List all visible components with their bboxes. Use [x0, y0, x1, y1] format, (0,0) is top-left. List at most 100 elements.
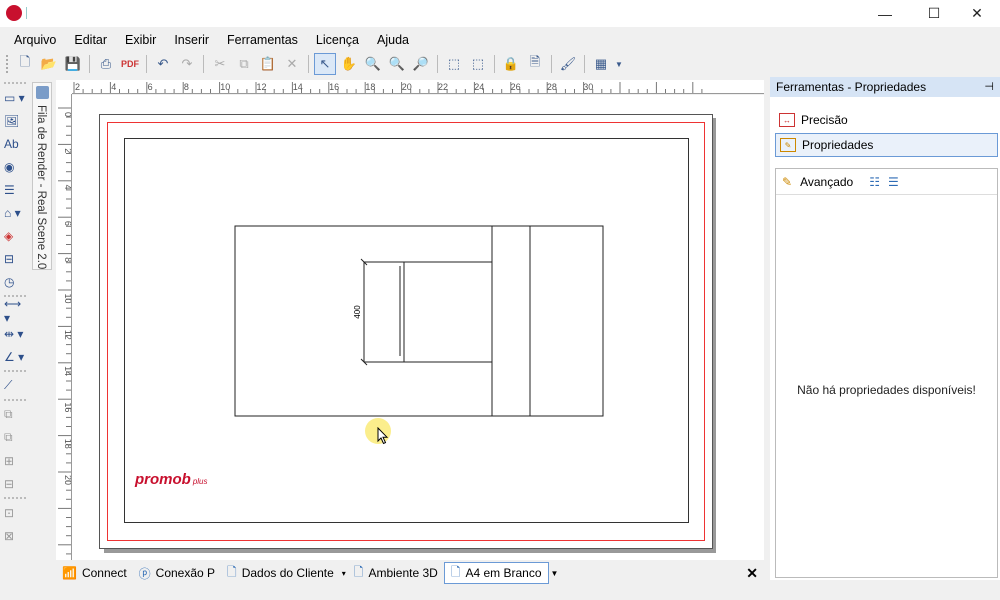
- linear-dimension-icon[interactable]: ⟷ ▾: [0, 297, 30, 325]
- ruler-label: 30: [583, 82, 593, 92]
- ruler-label: 4: [63, 185, 72, 190]
- page-icon[interactable]: 🗎: [524, 53, 546, 75]
- home-view-icon[interactable]: ⌂ ▾: [0, 201, 30, 224]
- chain-dimension-icon[interactable]: ⇹ ▾: [0, 322, 30, 345]
- mouse-pointer-icon: [377, 427, 389, 445]
- tab-a4-em-branco[interactable]: 🗋 A4 em Branco: [443, 562, 549, 584]
- promob-connection-icon: ⓟ: [138, 566, 151, 581]
- promob-render-icon[interactable]: ◈: [0, 224, 30, 247]
- advanced-icon[interactable]: ✎: [782, 175, 792, 189]
- title-bar: — ☐ ✕: [0, 0, 1000, 27]
- precision-icon: ↔: [779, 113, 795, 127]
- cut-icon[interactable]: ✂: [209, 53, 231, 75]
- ruler-label: 2: [63, 148, 72, 153]
- tab-ambiente-3d[interactable]: 🗋 Ambiente 3D: [348, 562, 444, 584]
- toolbar-divider: [146, 55, 147, 73]
- open-folder-icon[interactable]: 📂: [38, 53, 60, 75]
- render-queue-tab[interactable]: Fila de Render - Real Scene 2.0: [32, 82, 52, 270]
- menu-editar[interactable]: Editar: [65, 33, 116, 47]
- ruler-label: 20: [402, 82, 412, 92]
- tab-label: A4 em Branco: [465, 566, 542, 580]
- pin-icon[interactable]: ⊣: [984, 80, 994, 93]
- send-backward-icon[interactable]: ⧉: [0, 426, 30, 449]
- undo-icon[interactable]: ↶: [152, 53, 174, 75]
- logo-text: promob: [135, 471, 191, 488]
- advanced-button[interactable]: Avançado: [800, 175, 853, 189]
- menu-inserir[interactable]: Inserir: [165, 33, 218, 47]
- menu-arquivo[interactable]: Arquivo: [5, 33, 65, 47]
- tab-connect[interactable]: 📶 Connect: [56, 562, 133, 584]
- tab-conexao-promob[interactable]: ⓟ Conexão P: [133, 562, 221, 584]
- close-button[interactable]: ✕: [954, 0, 1000, 27]
- group-icon[interactable]: ⊡: [0, 501, 30, 524]
- layer-lock-icon[interactable]: 🔒: [500, 53, 522, 75]
- categorized-view-icon[interactable]: ☷: [869, 175, 880, 189]
- nav-precisao[interactable]: ↔ Precisão: [775, 108, 998, 132]
- document-icon: 🗋: [227, 564, 237, 579]
- align-middle-icon[interactable]: ⊟: [0, 472, 30, 495]
- copy-icon[interactable]: ⧉: [233, 53, 255, 75]
- print-icon[interactable]: ⎙: [95, 53, 117, 75]
- image-tool-icon[interactable]: 🖼: [0, 109, 30, 132]
- redo-icon[interactable]: ↷: [176, 53, 198, 75]
- dimension-value: 400: [353, 305, 362, 319]
- promob-plus-logo: promob plus: [135, 471, 208, 488]
- logo-suffix: plus: [192, 477, 208, 486]
- clock-tool-icon[interactable]: ◷: [0, 270, 30, 293]
- color-scheme-icon[interactable]: ▦: [590, 53, 612, 75]
- tab-label: Ambiente 3D: [368, 566, 438, 580]
- nav-propriedades[interactable]: ✎ Propriedades: [775, 133, 998, 157]
- text-tool-icon[interactable]: Ab: [0, 132, 30, 155]
- view-tool-icon[interactable]: ◉: [0, 155, 30, 178]
- maximize-button[interactable]: ☐: [911, 0, 957, 27]
- properties-icon: ✎: [780, 138, 796, 152]
- color-scheme-dropdown-icon[interactable]: ▼: [614, 53, 624, 75]
- menu-bar: Arquivo Editar Exibir Inserir Ferramenta…: [0, 29, 1000, 51]
- tabs-overflow-dropdown[interactable]: ▾: [340, 562, 348, 584]
- drawer-front: [403, 261, 493, 363]
- menu-exibir[interactable]: Exibir: [116, 33, 165, 47]
- elevation-view[interactable]: 400: [230, 222, 610, 422]
- dimension-frame-icon[interactable]: ⊟: [0, 247, 30, 270]
- bring-forward-icon[interactable]: ⧉: [0, 403, 30, 426]
- toolbar-divider: [584, 55, 585, 73]
- tab-list-dropdown[interactable]: ▼: [549, 562, 561, 584]
- promob-app-icon[interactable]: [6, 5, 22, 21]
- align-center-icon[interactable]: ⊞: [0, 449, 30, 472]
- toolbar-divider: [4, 370, 26, 372]
- zoom-out-icon[interactable]: 🔍: [386, 53, 408, 75]
- toolbar-grip[interactable]: [6, 55, 9, 73]
- tab-dados-do-cliente[interactable]: 🗋 Dados do Cliente: [221, 562, 340, 584]
- pan-hand-icon[interactable]: ✋: [338, 53, 360, 75]
- fit-frame-icon[interactable]: ⬚: [467, 53, 489, 75]
- ruler-label: 6: [63, 221, 72, 226]
- leader-line-icon[interactable]: ⟋: [0, 374, 30, 397]
- fit-page-icon[interactable]: ⬚: [443, 53, 465, 75]
- left-tools-toolbar: ▭ ▾ 🖼 Ab ◉ ☰ ⌂ ▾ ◈ ⊟ ◷ ⟷ ▾ ⇹ ▾ ∠ ▾ ⟋ ⧉ ⧉…: [0, 80, 30, 560]
- format-painter-icon[interactable]: 🖌: [557, 53, 579, 75]
- alphabetical-view-icon[interactable]: ☰: [888, 175, 899, 189]
- list-tool-icon[interactable]: ☰: [0, 178, 30, 201]
- tab-label: Conexão P: [155, 566, 216, 580]
- new-document-icon[interactable]: 🗋: [14, 53, 36, 75]
- menu-ajuda[interactable]: Ajuda: [368, 33, 418, 47]
- zoom-extents-icon[interactable]: 🔎: [410, 53, 432, 75]
- delete-icon[interactable]: ✕: [281, 53, 303, 75]
- close-tab-icon[interactable]: ✕: [746, 565, 758, 582]
- angular-dimension-icon[interactable]: ∠ ▾: [0, 345, 30, 368]
- menu-ferramentas[interactable]: Ferramentas: [218, 33, 307, 47]
- tools-properties-header: Ferramentas - Propriedades ⊣: [770, 77, 1000, 97]
- ruler-label: 10: [63, 294, 72, 304]
- ruler-label: 28: [547, 82, 557, 92]
- minimize-button[interactable]: —: [862, 0, 908, 27]
- zoom-window-icon[interactable]: 🔍: [362, 53, 384, 75]
- ungroup-icon[interactable]: ⊠: [0, 524, 30, 547]
- rectangle-tool-icon[interactable]: ▭ ▾: [0, 86, 30, 109]
- toolbar-divider: [4, 497, 26, 499]
- toolbar-divider: [437, 55, 438, 73]
- select-pointer-icon[interactable]: ↖: [314, 53, 336, 75]
- pdf-export-icon[interactable]: PDF: [119, 53, 141, 75]
- paste-icon[interactable]: 📋: [257, 53, 279, 75]
- menu-licenca[interactable]: Licença: [307, 33, 368, 47]
- save-icon[interactable]: 💾: [62, 53, 84, 75]
